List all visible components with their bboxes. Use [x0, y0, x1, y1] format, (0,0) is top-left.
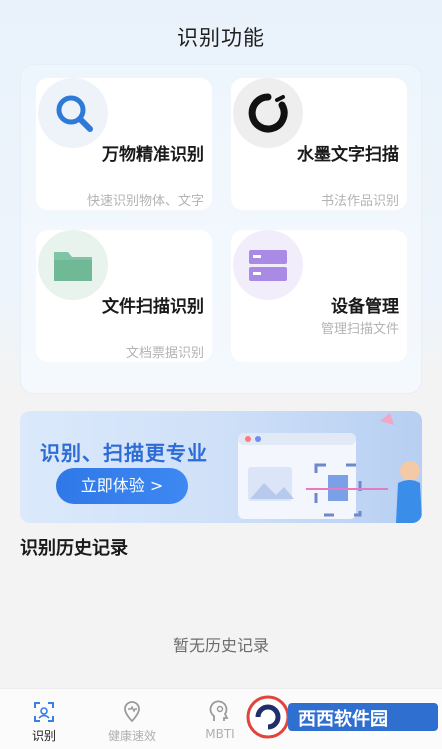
feature-subtitle: 书法作品识别	[320, 194, 399, 209]
tab-health[interactable]: 健康速效	[88, 695, 176, 747]
feature-card-file-scan[interactable]: 文件扫描识别 文档票据识别	[36, 230, 212, 362]
scan-frame-icon	[34, 702, 54, 722]
tab-recognize[interactable]: 识别	[0, 695, 88, 747]
health-location-icon	[124, 701, 140, 723]
feature-title: 文件扫描识别	[102, 297, 204, 317]
feature-panel: 万物精准识别 快速识别物体、文字 水墨文字扫描 书法作品识别 文件扫描识别 文档…	[20, 64, 422, 394]
brain-head-icon	[209, 700, 229, 721]
ink-circle-icon	[233, 78, 303, 148]
svg-text:西西软件园: 西西软件园	[298, 708, 388, 730]
history-title: 识别历史记录	[20, 538, 128, 559]
feature-card-object-recognition[interactable]: 万物精准识别 快速识别物体、文字	[36, 78, 212, 210]
promo-banner[interactable]: 识别、扫描更专业 立即体验 >	[20, 411, 422, 523]
feature-title: 设备管理	[331, 297, 399, 317]
device-icon	[233, 230, 303, 300]
try-now-button[interactable]: 立即体验 >	[56, 468, 188, 504]
folder-icon	[38, 230, 108, 300]
site-watermark-logo: 西西软件园 CR173.COM	[246, 695, 438, 739]
page-title: 识别功能	[177, 26, 265, 50]
feature-title: 万物精准识别	[102, 145, 204, 165]
tab-label: 识别	[31, 729, 56, 743]
bottom-tab-bar: 识别 健康速效 MBTI 西西软件园 CR173.COM	[0, 688, 442, 749]
feature-subtitle: 文档票据识别	[125, 346, 204, 361]
history-empty-text: 暂无历史记录	[172, 636, 269, 655]
banner-illustration	[238, 413, 422, 523]
feature-title: 水墨文字扫描	[297, 145, 399, 165]
search-icon	[38, 78, 108, 148]
feature-subtitle: 管理扫描文件	[320, 322, 399, 337]
feature-card-ink-scan[interactable]: 水墨文字扫描 书法作品识别	[231, 78, 407, 210]
svg-text:CR173.COM: CR173.COM	[342, 731, 390, 739]
banner-headline: 识别、扫描更专业	[40, 441, 208, 465]
feature-subtitle: 快速识别物体、文字	[86, 194, 204, 209]
feature-card-device-management[interactable]: 设备管理 管理扫描文件	[231, 230, 407, 362]
tab-label: 健康速效	[107, 729, 156, 743]
